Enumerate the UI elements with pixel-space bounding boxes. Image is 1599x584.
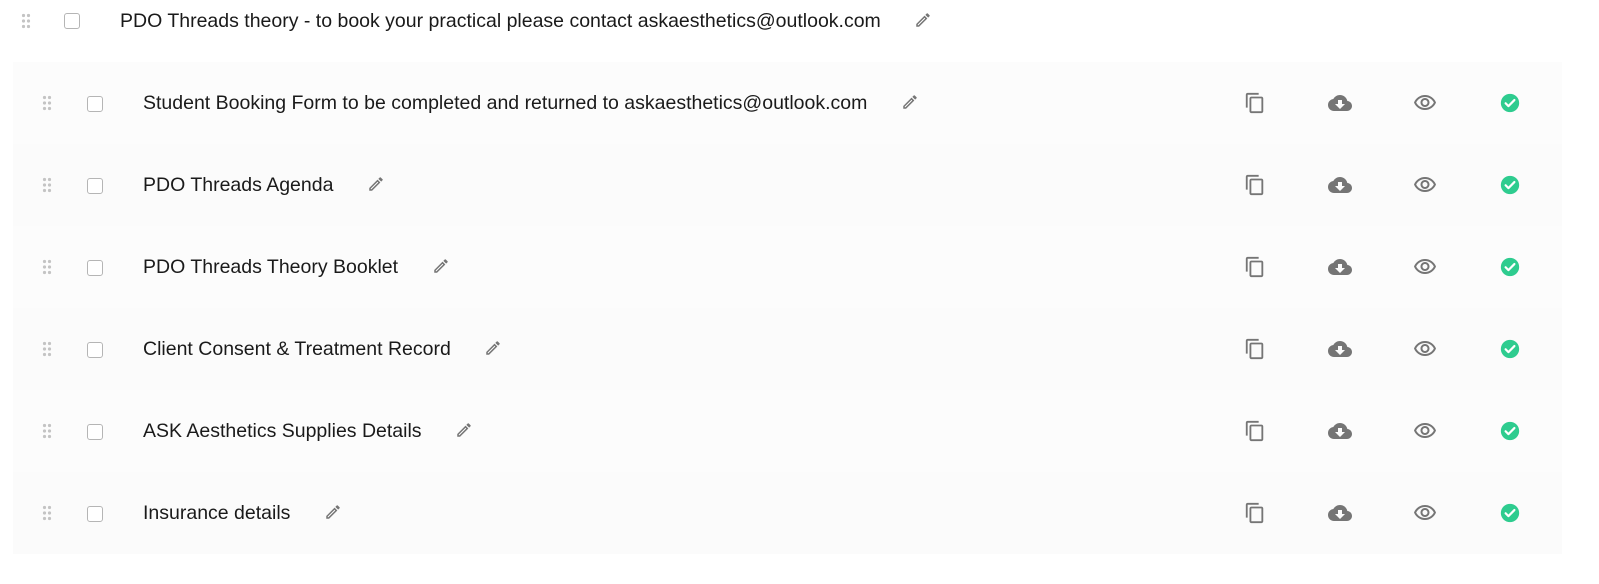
item-checkbox[interactable] xyxy=(87,96,103,112)
item-checkbox[interactable] xyxy=(87,178,103,194)
copy-icon[interactable] xyxy=(1243,501,1267,525)
check-circle-icon[interactable] xyxy=(1498,337,1522,361)
pencil-icon[interactable] xyxy=(324,503,342,521)
item-title: Student Booking Form to be completed and… xyxy=(143,91,919,115)
item-title-text: Insurance details xyxy=(143,502,291,524)
section-title: PDO Threads theory - to book your practi… xyxy=(120,9,932,33)
pencil-icon[interactable] xyxy=(914,11,932,29)
eye-icon[interactable] xyxy=(1413,255,1437,279)
drag-handle-icon[interactable] xyxy=(42,341,52,357)
eye-icon[interactable] xyxy=(1413,419,1437,443)
check-circle-icon[interactable] xyxy=(1498,173,1522,197)
cloud-download-icon[interactable] xyxy=(1328,501,1352,525)
item-checkbox[interactable] xyxy=(87,342,103,358)
copy-icon[interactable] xyxy=(1243,255,1267,279)
item-title-text: Student Booking Form to be completed and… xyxy=(143,92,868,114)
drag-handle-icon[interactable] xyxy=(42,177,52,193)
item-title-text: PDO Threads Theory Booklet xyxy=(143,256,399,278)
pencil-icon[interactable] xyxy=(455,421,473,439)
pencil-icon[interactable] xyxy=(901,93,919,111)
drag-handle-icon[interactable] xyxy=(42,95,52,111)
item-title: Client Consent & Treatment Record xyxy=(143,337,502,361)
document-list: Student Booking Form to be completed and… xyxy=(13,62,1562,554)
copy-icon[interactable] xyxy=(1243,337,1267,361)
check-circle-icon[interactable] xyxy=(1498,91,1522,115)
pencil-icon[interactable] xyxy=(367,175,385,193)
copy-icon[interactable] xyxy=(1243,91,1267,115)
item-title-text: PDO Threads Agenda xyxy=(143,174,334,196)
item-checkbox[interactable] xyxy=(87,424,103,440)
eye-icon[interactable] xyxy=(1413,337,1437,361)
item-checkbox[interactable] xyxy=(87,260,103,276)
drag-handle-icon[interactable] xyxy=(21,13,31,29)
pencil-icon[interactable] xyxy=(432,257,450,275)
list-item: Insurance details xyxy=(13,472,1562,554)
item-title-text: Client Consent & Treatment Record xyxy=(143,338,451,360)
list-item: Client Consent & Treatment Record xyxy=(13,308,1562,390)
section-title-text: PDO Threads theory - to book your practi… xyxy=(120,10,881,32)
section-header: PDO Threads theory - to book your practi… xyxy=(0,0,1599,44)
list-item: ASK Aesthetics Supplies Details xyxy=(13,390,1562,472)
item-title: Insurance details xyxy=(143,501,342,525)
list-item: PDO Threads Theory Booklet xyxy=(13,226,1562,308)
copy-icon[interactable] xyxy=(1243,419,1267,443)
item-title: PDO Threads Theory Booklet xyxy=(143,255,450,279)
list-item: Student Booking Form to be completed and… xyxy=(13,62,1562,144)
check-circle-icon[interactable] xyxy=(1498,255,1522,279)
eye-icon[interactable] xyxy=(1413,501,1437,525)
check-circle-icon[interactable] xyxy=(1498,419,1522,443)
cloud-download-icon[interactable] xyxy=(1328,337,1352,361)
eye-icon[interactable] xyxy=(1413,173,1437,197)
cloud-download-icon[interactable] xyxy=(1328,419,1352,443)
item-title: ASK Aesthetics Supplies Details xyxy=(143,419,473,443)
cloud-download-icon[interactable] xyxy=(1328,91,1352,115)
drag-handle-icon[interactable] xyxy=(42,505,52,521)
cloud-download-icon[interactable] xyxy=(1328,173,1352,197)
section-checkbox[interactable] xyxy=(64,13,80,29)
cloud-download-icon[interactable] xyxy=(1328,255,1352,279)
drag-handle-icon[interactable] xyxy=(42,423,52,439)
check-circle-icon[interactable] xyxy=(1498,501,1522,525)
drag-handle-icon[interactable] xyxy=(42,259,52,275)
item-title: PDO Threads Agenda xyxy=(143,173,385,197)
item-checkbox[interactable] xyxy=(87,506,103,522)
list-item: PDO Threads Agenda xyxy=(13,144,1562,226)
pencil-icon[interactable] xyxy=(484,339,502,357)
item-title-text: ASK Aesthetics Supplies Details xyxy=(143,420,422,442)
copy-icon[interactable] xyxy=(1243,173,1267,197)
eye-icon[interactable] xyxy=(1413,91,1437,115)
